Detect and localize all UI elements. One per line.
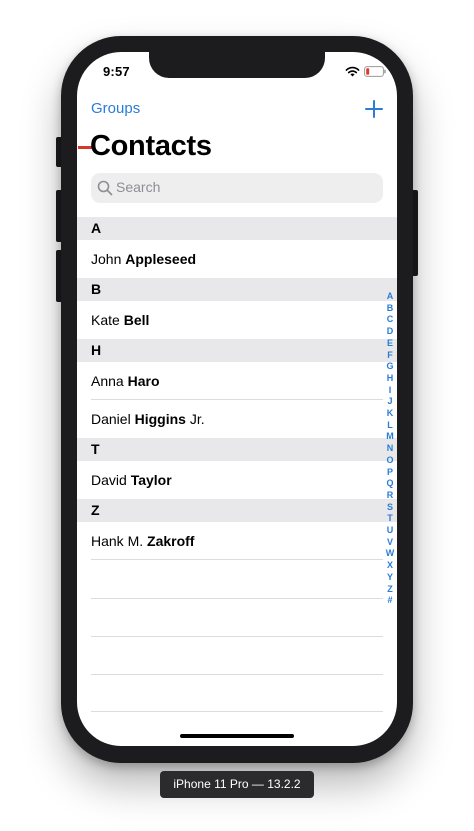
empty-row-separator bbox=[91, 674, 383, 675]
index-letter[interactable]: Q bbox=[386, 478, 393, 490]
contact-first-name: David bbox=[91, 472, 127, 488]
contact-list: A John Appleseed B Kate Bell H Anna Haro… bbox=[77, 217, 397, 560]
index-letter[interactable]: L bbox=[387, 420, 393, 432]
section-header-a: A bbox=[77, 217, 397, 240]
contact-first-name: Hank M. bbox=[91, 533, 144, 549]
device-label: iPhone 11 Pro — 13.2.2 bbox=[160, 771, 314, 798]
index-letter[interactable]: E bbox=[387, 338, 393, 350]
simulator-window: 9:57 Groups Contacts Search A John Apple… bbox=[0, 0, 474, 831]
contact-last-name: Appleseed bbox=[125, 251, 197, 267]
section-header-z: Z bbox=[77, 499, 397, 522]
status-time: 9:57 bbox=[103, 64, 130, 79]
page-title: Contacts bbox=[90, 130, 212, 162]
empty-row-separator bbox=[91, 711, 383, 712]
index-letter[interactable]: J bbox=[387, 396, 392, 408]
empty-row-separator bbox=[91, 636, 383, 637]
index-letter[interactable]: N bbox=[387, 443, 394, 455]
notch bbox=[149, 52, 325, 78]
contact-first-name: John bbox=[91, 251, 122, 267]
contact-last-name: Zakroff bbox=[147, 533, 195, 549]
index-letter[interactable]: B bbox=[387, 303, 394, 315]
search-icon bbox=[97, 180, 113, 196]
index-letter[interactable]: A bbox=[387, 291, 394, 303]
index-letter[interactable]: D bbox=[387, 326, 394, 338]
index-letter[interactable]: G bbox=[386, 361, 393, 373]
index-letter[interactable]: V bbox=[387, 537, 393, 549]
section-header-t: T bbox=[77, 438, 397, 461]
battery-icon bbox=[364, 66, 386, 77]
contact-row-john-appleseed[interactable]: John Appleseed bbox=[77, 240, 397, 278]
home-indicator[interactable] bbox=[180, 734, 294, 738]
contact-row-david-taylor[interactable]: David Taylor bbox=[77, 461, 397, 499]
contact-row-daniel-higgins[interactable]: Daniel Higgins Jr. bbox=[77, 400, 397, 438]
index-letter[interactable]: U bbox=[387, 525, 394, 537]
index-letter[interactable]: Z bbox=[387, 584, 393, 596]
index-letter[interactable]: F bbox=[387, 350, 393, 362]
index-letter[interactable]: M bbox=[386, 431, 394, 443]
index-letter[interactable]: O bbox=[386, 455, 393, 467]
index-letter[interactable]: H bbox=[387, 373, 394, 385]
index-letter[interactable]: W bbox=[386, 548, 395, 560]
index-letter[interactable]: P bbox=[387, 467, 393, 479]
search-placeholder: Search bbox=[116, 179, 161, 195]
index-letter[interactable]: C bbox=[387, 314, 394, 326]
index-letter[interactable]: Y bbox=[387, 572, 393, 584]
index-letter[interactable]: R bbox=[387, 490, 394, 502]
index-letter[interactable]: S bbox=[387, 502, 393, 514]
index-letter[interactable]: I bbox=[389, 385, 392, 397]
contact-last-name: Haro bbox=[127, 373, 160, 389]
section-header-h: H bbox=[77, 339, 397, 362]
wifi-icon bbox=[345, 66, 360, 77]
contact-last-name: Taylor bbox=[130, 472, 172, 488]
empty-row-separator bbox=[91, 598, 383, 599]
section-header-b: B bbox=[77, 278, 397, 301]
contact-first-name: Kate bbox=[91, 312, 120, 328]
contact-first-name: Anna bbox=[91, 373, 124, 389]
index-letter[interactable]: # bbox=[387, 595, 392, 607]
plus-icon[interactable] bbox=[364, 99, 384, 119]
contact-row-kate-bell[interactable]: Kate Bell bbox=[77, 301, 397, 339]
contact-row-anna-haro[interactable]: Anna Haro bbox=[77, 362, 397, 400]
index-letter[interactable]: X bbox=[387, 560, 393, 572]
index-letter[interactable]: K bbox=[387, 408, 394, 420]
section-index[interactable]: A B C D E F G H I J K L M N O P Q R S T U V W X Y Z # bbox=[383, 291, 397, 607]
index-letter[interactable]: T bbox=[387, 513, 393, 525]
groups-button[interactable]: Groups bbox=[91, 100, 140, 117]
contact-row-hank-zakroff[interactable]: Hank M. Zakroff bbox=[77, 522, 397, 560]
contact-suffix: Jr. bbox=[189, 411, 205, 427]
contact-last-name: Higgins bbox=[134, 411, 186, 427]
contact-last-name: Bell bbox=[123, 312, 150, 328]
contact-first-name: Daniel bbox=[91, 411, 131, 427]
